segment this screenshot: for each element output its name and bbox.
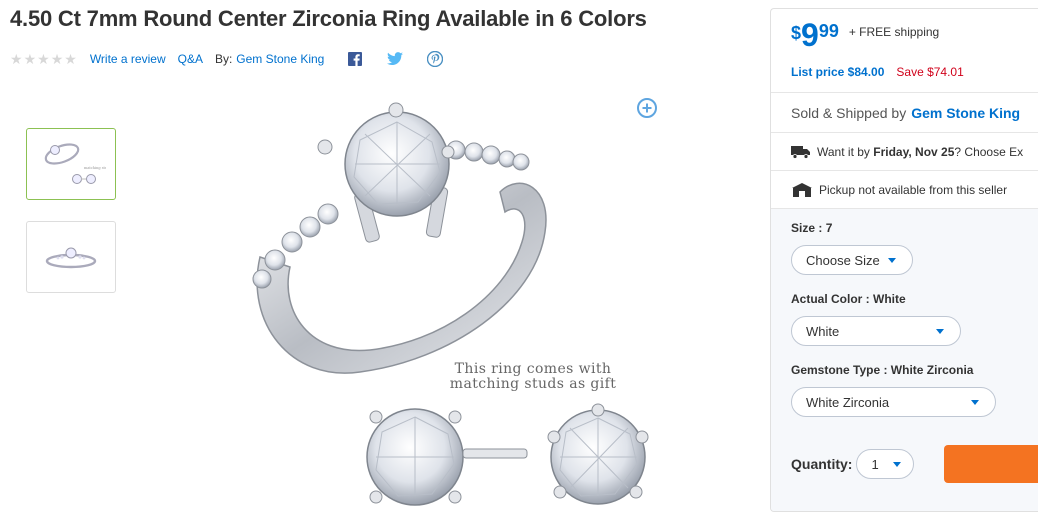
size-select-value: Choose Size bbox=[806, 252, 880, 268]
star-icon: ★ bbox=[50, 51, 64, 67]
price-whole: 9 bbox=[801, 17, 819, 53]
delivery-suffix: ? Choose Ex bbox=[954, 144, 1024, 159]
size-select[interactable]: Choose Size bbox=[791, 245, 913, 275]
delivery-date: Friday, Nov 25 bbox=[873, 144, 955, 159]
gemstone-select-value: White Zirconia bbox=[806, 394, 890, 410]
pickup-text: Pickup not available from this seller bbox=[819, 182, 1008, 197]
sold-by-seller-link[interactable]: Gem Stone King bbox=[911, 105, 1020, 121]
star-icon: ★ bbox=[10, 51, 23, 67]
size-label: Size : bbox=[791, 221, 826, 235]
size-label-row: Size : 7 bbox=[791, 221, 1038, 235]
thumbnail-ring-with-studs[interactable]: matching studs bbox=[26, 128, 116, 200]
savings-amount: Save $74.01 bbox=[896, 65, 964, 79]
add-to-cart-button[interactable] bbox=[944, 445, 1038, 483]
quantity-value: 1 bbox=[871, 456, 879, 472]
color-value: White bbox=[873, 292, 906, 306]
color-select[interactable]: White bbox=[791, 316, 961, 346]
chevron-down-icon bbox=[971, 399, 979, 405]
price-cents: 99 bbox=[818, 21, 839, 41]
gemstone-label-row: Gemstone Type : White Zirconia bbox=[791, 363, 1038, 377]
product-meta-row: ★ ★ ★ ★ ★ Write a review Q&A By: Gem Sto… bbox=[10, 50, 444, 68]
quantity-row: Quantity: 1 bbox=[791, 445, 1038, 483]
color-select-value: White bbox=[806, 323, 840, 339]
write-review-link[interactable]: Write a review bbox=[90, 52, 166, 66]
gemstone-select[interactable]: White Zirconia bbox=[791, 387, 996, 417]
truck-icon bbox=[791, 145, 810, 159]
list-price: List price $84.00 bbox=[791, 65, 885, 79]
delivery-row: Want it by Friday, Nov 25? Choose Ex bbox=[771, 133, 1038, 171]
thumbnail-ring-side[interactable] bbox=[26, 221, 116, 293]
star-icon: ★ bbox=[64, 51, 77, 67]
brand-link[interactable]: Gem Stone King bbox=[236, 52, 324, 66]
buy-box: $ 9 99 + FREE shipping List price $84.00… bbox=[770, 8, 1038, 512]
gemstone-label: Gemstone Type : bbox=[791, 363, 891, 377]
chevron-down-icon bbox=[936, 328, 944, 334]
chevron-down-icon bbox=[893, 461, 902, 467]
price-currency: $ bbox=[791, 23, 802, 43]
sold-shipped-row: Sold & Shipped by Gem Stone King bbox=[771, 93, 1038, 133]
ring-studs-thumbnail-image: matching studs bbox=[44, 143, 106, 184]
free-shipping-label: + FREE shipping bbox=[848, 25, 940, 39]
current-price: $ 9 99 bbox=[791, 19, 839, 51]
sold-by-label: Sold & Shipped by bbox=[791, 104, 907, 121]
color-label: Actual Color : bbox=[791, 292, 874, 306]
gift-caption-line-2: matching studs as gift bbox=[449, 376, 617, 392]
size-value: 7 bbox=[825, 221, 833, 235]
rating-stars[interactable]: ★ ★ ★ ★ ★ bbox=[10, 52, 77, 66]
social-share bbox=[346, 50, 444, 68]
color-label-row: Actual Color : White bbox=[791, 292, 1038, 306]
price-row: $ 9 99 + FREE shipping bbox=[791, 19, 1038, 51]
gemstone-value: White Zirconia bbox=[890, 363, 974, 377]
quantity-select[interactable]: 1 bbox=[856, 449, 915, 479]
qa-link[interactable]: Q&A bbox=[178, 52, 203, 66]
price-block: $ 9 99 + FREE shipping List price $84.00… bbox=[771, 9, 1038, 93]
ring-side-thumbnail-image bbox=[45, 247, 97, 269]
facebook-icon[interactable] bbox=[346, 50, 364, 68]
star-icon: ★ bbox=[23, 51, 37, 67]
pinterest-icon[interactable] bbox=[426, 50, 444, 68]
chevron-down-icon bbox=[888, 257, 896, 263]
pickup-row: Pickup not available from this seller bbox=[771, 171, 1038, 209]
by-label: By: bbox=[214, 52, 233, 66]
delivery-prefix: Want it by bbox=[817, 144, 870, 159]
svg-text:matching studs: matching studs bbox=[84, 166, 106, 170]
zoom-plus-icon[interactable] bbox=[636, 97, 658, 119]
gift-caption-line-1: This ring comes with bbox=[454, 361, 612, 377]
product-options: Size : 7 Choose Size Actual Color : Whit… bbox=[771, 209, 1038, 511]
list-price-row: List price $84.00 Save $74.01 bbox=[791, 65, 1038, 79]
twitter-icon[interactable] bbox=[386, 50, 404, 68]
quantity-label: Quantity: bbox=[791, 456, 853, 472]
gift-caption: This ring comes with matching studs as g… bbox=[448, 362, 618, 392]
store-icon bbox=[792, 182, 812, 197]
product-title: 4.50 Ct 7mm Round Center Zirconia Ring A… bbox=[10, 6, 647, 31]
star-icon: ★ bbox=[37, 51, 50, 67]
product-main-image bbox=[252, 102, 649, 506]
